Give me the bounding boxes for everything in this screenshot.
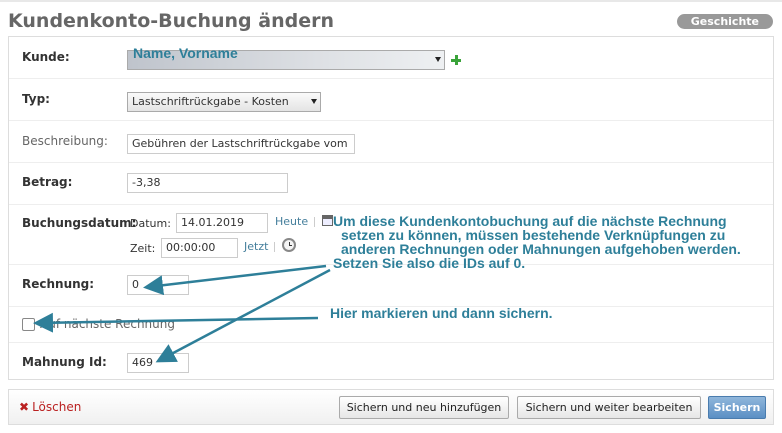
- annotation-note-1: Um diese Kundenkontobuchung auf die näch…: [333, 214, 741, 270]
- delete-link[interactable]: ✖ Löschen: [19, 400, 81, 414]
- change-form: Kunde: Name, Vorname Typ: Lastschriftrüc…: [8, 36, 774, 380]
- auf-naechste-checkbox[interactable]: [22, 318, 35, 331]
- calendar-icon[interactable]: [322, 215, 333, 226]
- auf-naechste-label: Auf nächste Rechnung: [40, 317, 175, 331]
- annotation-line: Setzen Sie also die IDs auf 0.: [333, 255, 526, 271]
- save-continue-button[interactable]: Sichern und weiter bearbeiten: [517, 396, 701, 419]
- separator: [314, 217, 315, 227]
- delete-label: Löschen: [32, 400, 82, 414]
- beschreibung-label: Beschreibung:: [22, 134, 108, 148]
- kunde-label: Kunde:: [22, 50, 70, 64]
- time-label: Zeit:: [130, 242, 156, 255]
- kunde-value: Name, Vorname: [133, 45, 238, 61]
- row-betrag: Betrag: -3,38: [9, 163, 773, 205]
- row-kunde: Kunde: Name, Vorname: [9, 37, 773, 79]
- buchungsdatum-label: Buchungsdatum:: [22, 216, 137, 230]
- row-beschreibung: Beschreibung: Gebühren der Lastschriftrü…: [9, 121, 773, 163]
- rechnung-label: Rechnung:: [22, 277, 95, 291]
- time-input[interactable]: 00:00:00: [161, 238, 238, 258]
- annotation-line: Um diese Kundenkontobuchung auf die näch…: [333, 213, 727, 229]
- annotation-note-2: Hier markieren und dann sichern.: [330, 305, 553, 321]
- top-border: [0, 0, 782, 2]
- now-link[interactable]: Jetzt: [244, 240, 268, 253]
- plus-icon[interactable]: [451, 55, 461, 65]
- separator: [274, 242, 275, 252]
- date-input[interactable]: 14.01.2019: [176, 213, 268, 233]
- betrag-label: Betrag:: [22, 175, 73, 189]
- date-label: Datum:: [130, 217, 171, 230]
- typ-value: Lastschriftrückgabe - Kosten: [132, 95, 289, 108]
- today-link[interactable]: Heute: [275, 215, 308, 228]
- row-typ: Typ: Lastschriftrückgabe - Kosten: [9, 79, 773, 121]
- typ-select[interactable]: Lastschriftrückgabe - Kosten: [127, 92, 321, 112]
- annotation-line: setzen zu können, müssen bestehende Verk…: [341, 227, 726, 243]
- annotation-line: anderen Rechnungen oder Mahnungen aufgeh…: [341, 241, 741, 257]
- mahnung-label: Mahnung Id:: [22, 355, 107, 369]
- betrag-input[interactable]: -3,38: [127, 173, 288, 193]
- history-button[interactable]: Geschichte: [676, 14, 773, 29]
- beschreibung-input[interactable]: Gebühren der Lastschriftrückgabe vom: [127, 134, 355, 154]
- typ-label: Typ:: [22, 92, 50, 106]
- clock-icon[interactable]: [282, 238, 296, 252]
- chevron-down-icon: [435, 57, 441, 62]
- page-title: Kundenkonto-Buchung ändern: [8, 10, 334, 32]
- x-icon: ✖: [19, 400, 30, 414]
- mahnung-input[interactable]: 469: [127, 353, 189, 373]
- save-add-button[interactable]: Sichern und neu hinzufügen: [339, 396, 509, 419]
- save-button[interactable]: Sichern: [708, 396, 766, 419]
- chevron-down-icon: [311, 99, 317, 104]
- row-rechnung: Rechnung: 0: [9, 265, 773, 307]
- submit-row: ✖ Löschen Sichern und neu hinzufügen Sich…: [8, 389, 774, 425]
- rechnung-input[interactable]: 0: [127, 275, 189, 295]
- row-mahnung: Mahnung Id: 469: [9, 343, 773, 381]
